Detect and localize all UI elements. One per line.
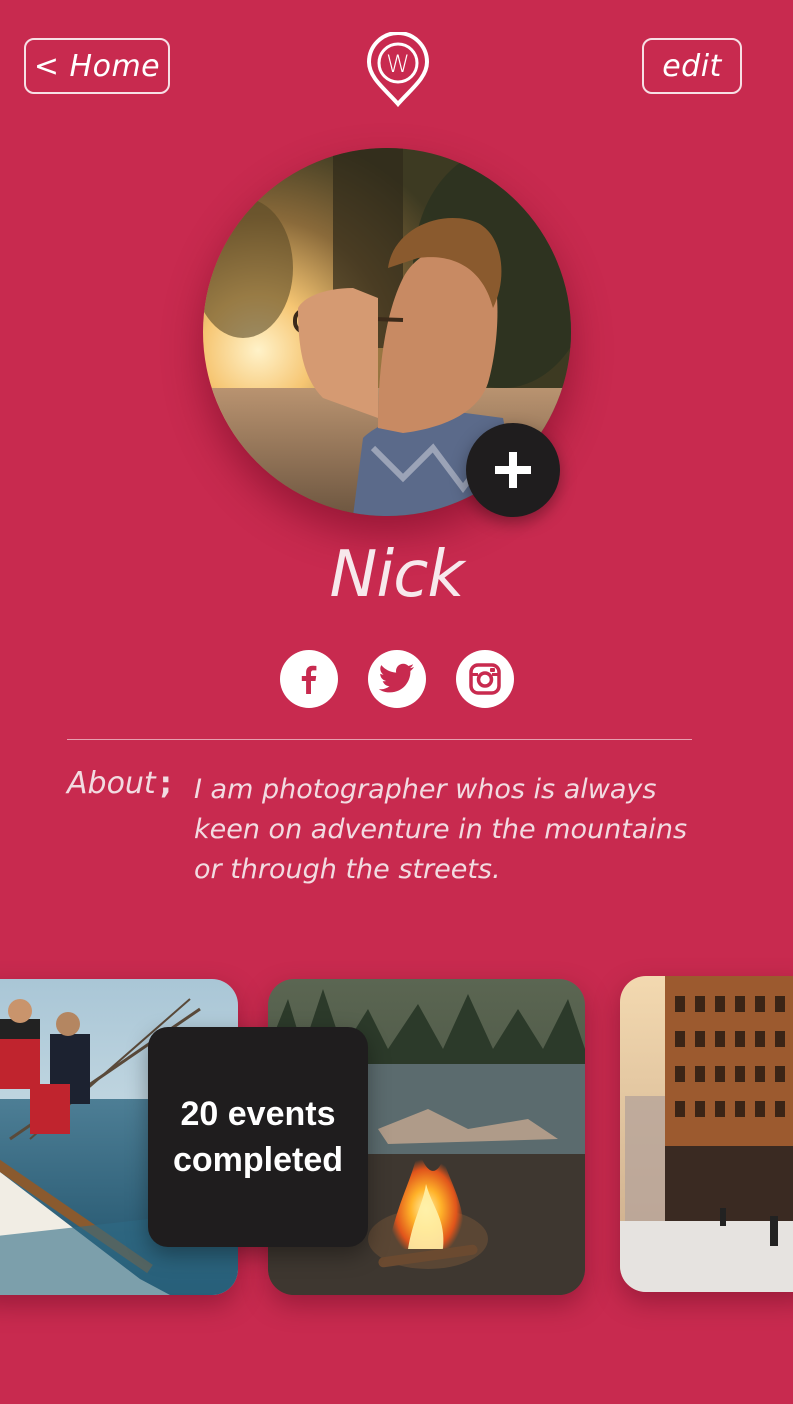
about-line: or through the streets.: [194, 854, 501, 885]
instagram-icon: [468, 663, 501, 695]
facebook-icon: [301, 665, 316, 694]
city-photo: [620, 976, 793, 1292]
edit-button[interactable]: edit: [642, 38, 742, 94]
divider: [67, 739, 692, 740]
avatar-container: [203, 148, 571, 517]
facebook-button[interactable]: [279, 650, 338, 708]
twitter-button[interactable]: [367, 650, 426, 708]
events-completed-badge: 20 events completed: [148, 1027, 368, 1247]
about-line: keen on adventure in the mountains: [194, 814, 688, 845]
about-separator: ;: [159, 766, 172, 801]
about-line: I am photographer whos is always: [194, 774, 657, 805]
events-status: completed: [172, 1141, 344, 1179]
profile-name: Nick: [329, 538, 465, 612]
events-count: 20 events: [180, 1095, 336, 1133]
map-pin-logo-icon: W: [366, 31, 430, 108]
about-label: About;: [67, 766, 172, 801]
instagram-button[interactable]: [455, 650, 514, 708]
about-label-text: About: [67, 766, 156, 801]
about-text: I am photographer whos is always keen on…: [194, 770, 714, 890]
app-logo: W: [364, 31, 432, 108]
add-photo-button[interactable]: [466, 423, 560, 517]
gallery-card-city[interactable]: [620, 976, 793, 1292]
logo-letter: W: [386, 50, 410, 78]
twitter-icon: [378, 663, 414, 693]
plus-icon: [495, 452, 531, 488]
social-links: [0, 650, 793, 708]
home-button[interactable]: < Home: [24, 38, 170, 94]
